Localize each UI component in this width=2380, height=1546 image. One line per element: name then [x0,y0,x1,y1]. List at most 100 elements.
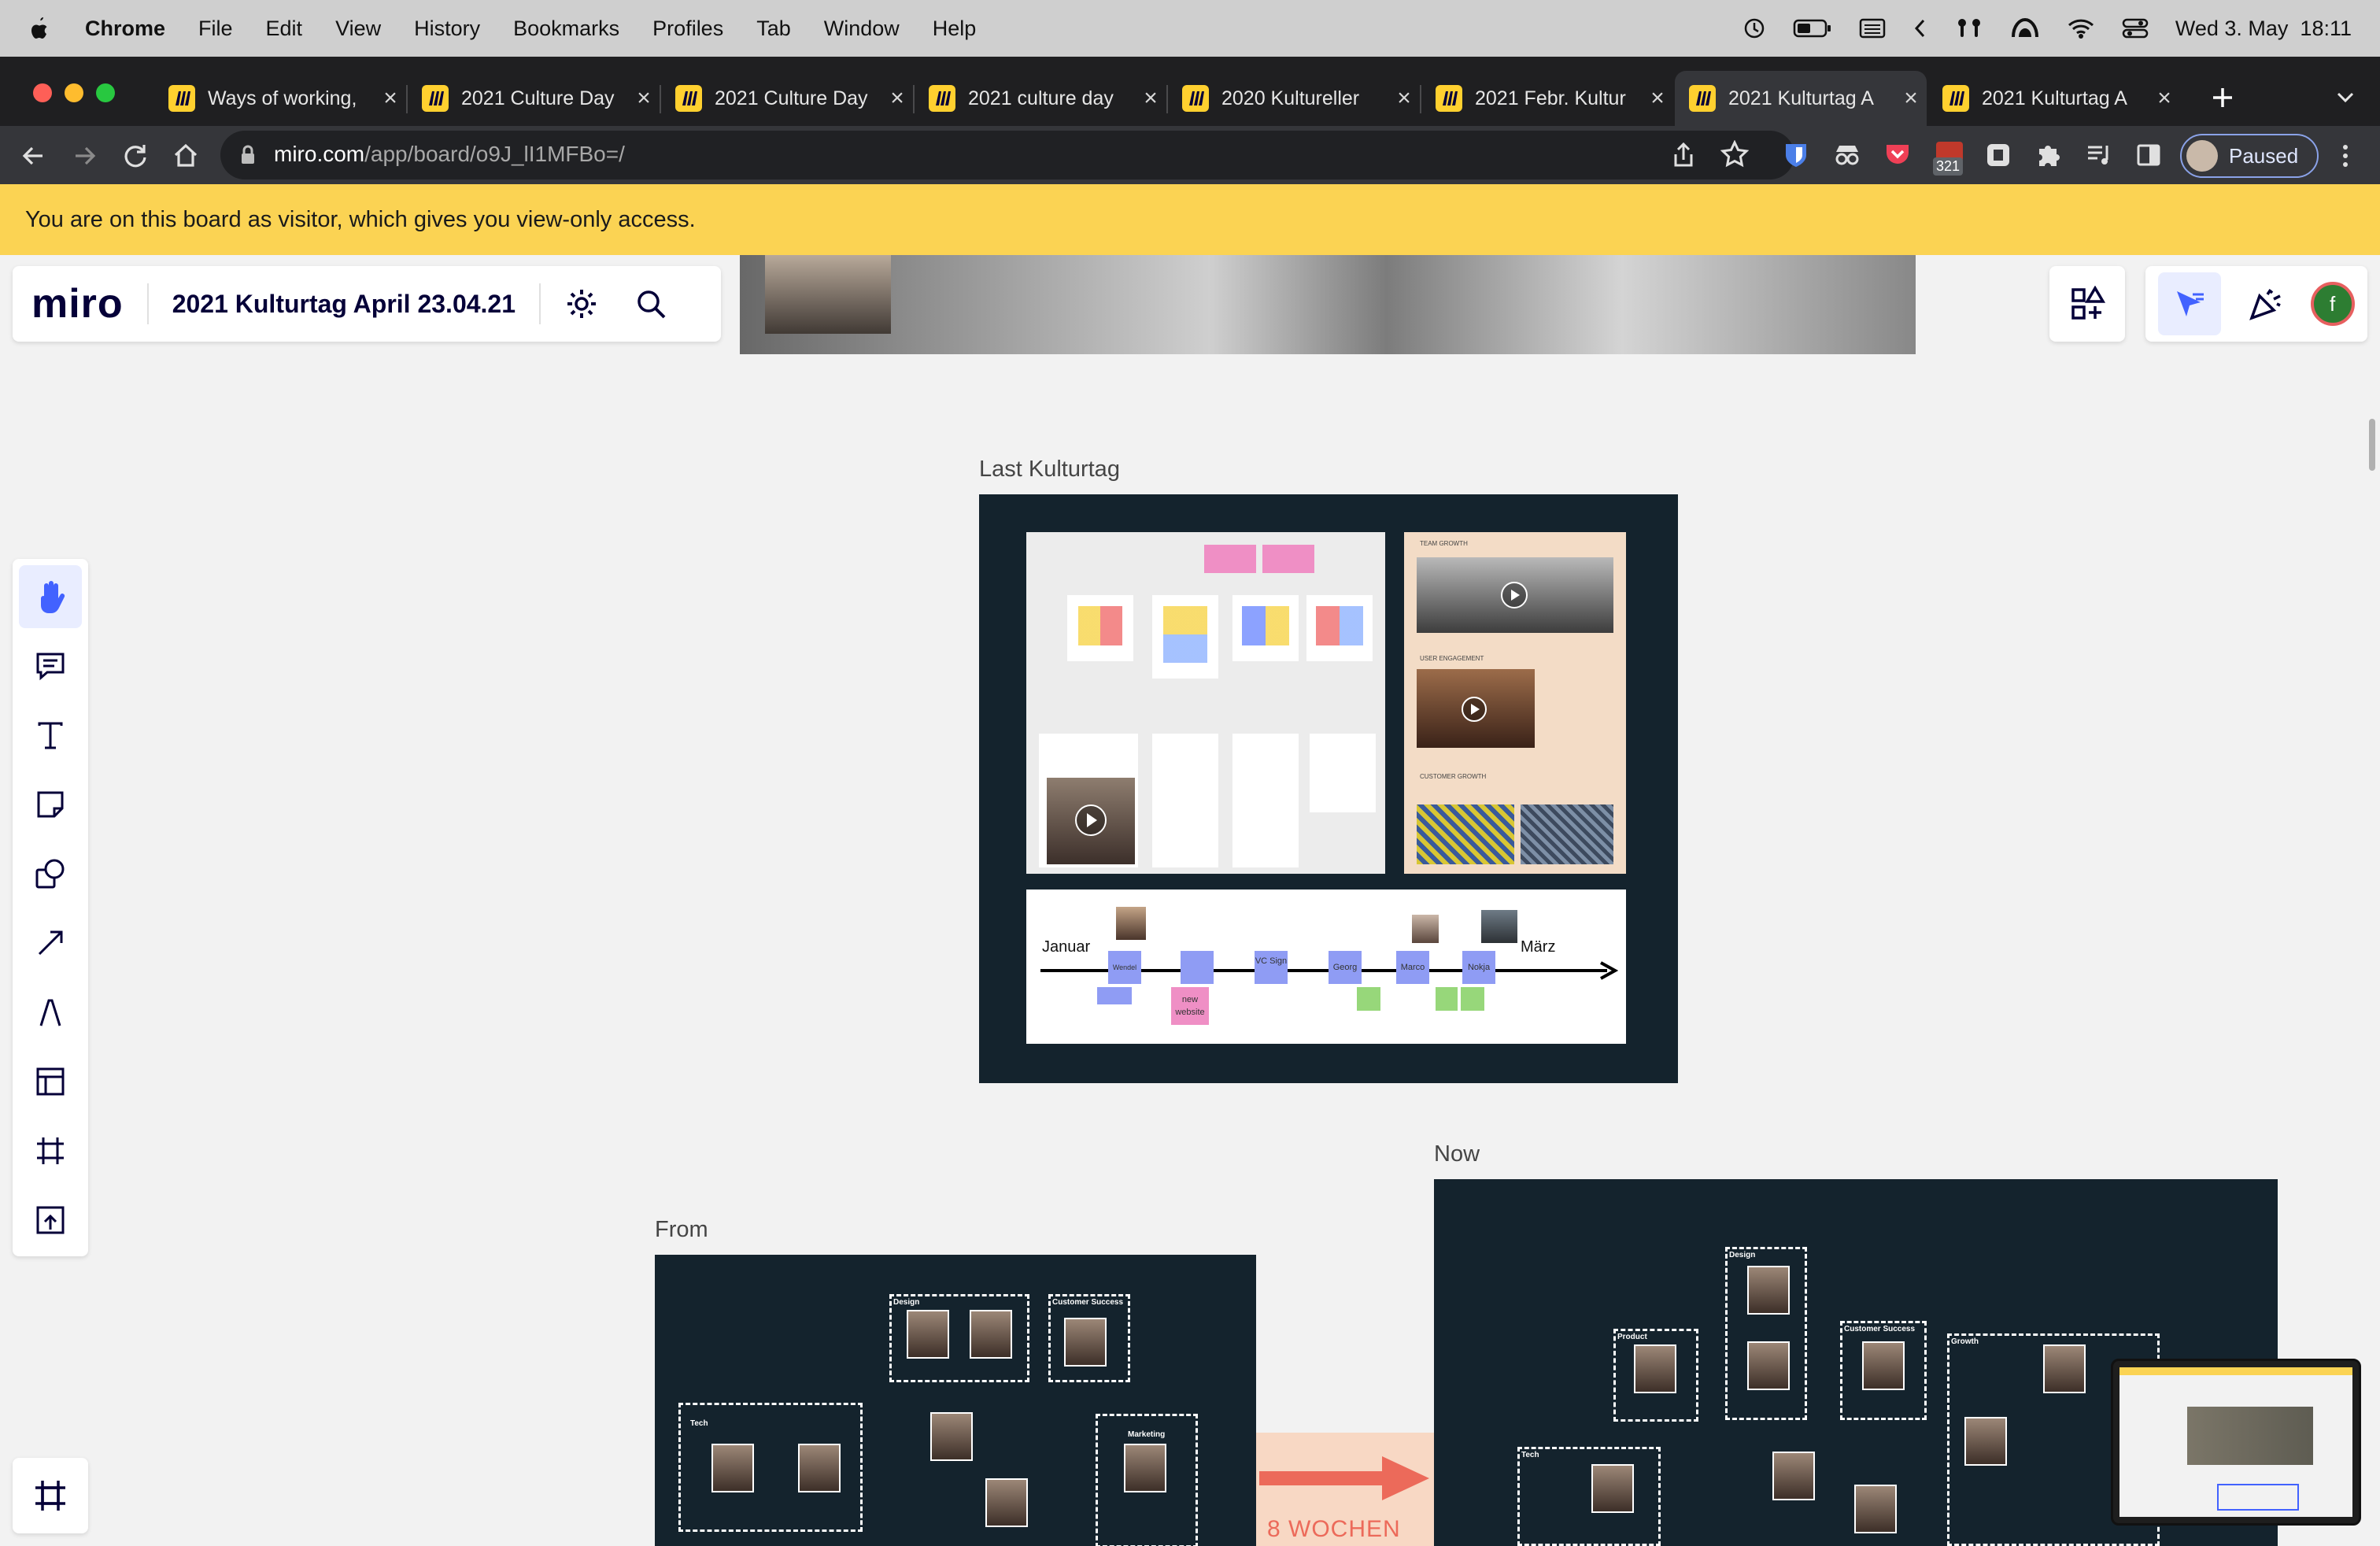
reload-icon[interactable] [121,142,150,170]
board-title[interactable]: 2021 Kulturtag April 23.04.21 [172,290,516,319]
miro-logo[interactable]: miro [31,280,124,327]
menu-file[interactable]: File [198,17,233,41]
templates-tool[interactable] [19,1050,82,1113]
upload-tool[interactable] [19,1189,82,1252]
pen-tool[interactable] [19,981,82,1044]
browser-tab[interactable]: 2021 Kulturtag A × [1928,71,2180,126]
media-control-icon[interactable] [2086,143,2112,167]
sticky-note [1436,987,1458,1011]
browser-tab[interactable]: 2021 Kulturtag A × [1675,71,1927,126]
puzzle-extensions-icon[interactable] [2035,142,2062,168]
url-text[interactable]: miro.com/app/board/o9J_lI1MFBo=/ [274,142,625,167]
vertical-scrollbar[interactable] [2369,419,2375,471]
wifi-icon[interactable] [2067,17,2095,40]
more-menu-icon[interactable] [2336,142,2355,170]
window-zoom-button[interactable] [96,83,115,102]
board-minimap[interactable] [2111,1359,2361,1526]
frame-label-from[interactable]: From [655,1217,708,1243]
group-label: Customer Success [1844,1325,1916,1333]
tab-title: 2020 Kultureller [1221,87,1360,109]
bookmark-star-icon[interactable] [1720,140,1749,168]
new-tab-button[interactable] [2204,79,2241,117]
menu-view[interactable]: View [335,17,381,41]
sticky-note-tool[interactable] [19,773,82,836]
time-machine-icon[interactable] [1743,17,1766,40]
transition-label: 8 WOCHEN [1267,1516,1401,1542]
connection-line-tool[interactable] [19,912,82,975]
pocket-icon[interactable] [1884,142,1911,167]
timeline-start-label: Januar [1042,938,1091,956]
window-close-button[interactable] [33,83,52,102]
frame-label-last-kulturtag[interactable]: Last Kulturtag [979,457,1120,483]
menu-profiles[interactable]: Profiles [652,17,723,41]
browser-tab[interactable]: Ways of working, × [154,71,406,126]
menu-history[interactable]: History [414,17,480,41]
frame-last-kulturtag[interactable]: TEAM GROWTH USER ENGAGEMENT CUSTOMER GRO… [979,494,1678,1083]
tab-close-icon[interactable]: × [628,85,660,112]
miro-favicon-icon [1182,85,1209,112]
airpods-icon[interactable] [1955,17,1983,40]
search-icon[interactable] [634,287,668,321]
minimap-preview [2119,1367,2352,1517]
screenshot-extension-icon[interactable] [1985,142,2012,168]
tab-close-icon[interactable]: × [881,85,913,112]
profile-button[interactable]: Paused [2180,134,2319,178]
apple-icon[interactable] [28,16,50,41]
menu-bookmarks[interactable]: Bookmarks [513,17,619,41]
frame-tool[interactable] [19,1119,82,1182]
miro-favicon-icon [1689,85,1716,112]
browser-tab[interactable]: 2020 Kultureller × [1168,71,1420,126]
team-group-tech: Tech [1517,1447,1661,1546]
chevron-left-icon[interactable] [1913,17,1928,39]
window-minimize-button[interactable] [65,83,83,102]
apps-shapes-icon[interactable] [2069,286,2105,322]
menu-tab[interactable]: Tab [756,17,791,41]
control-center-icon[interactable] [2122,17,2149,40]
person-photo [1124,1444,1166,1492]
browser-tab[interactable]: 2021 Febr. Kultur × [1421,71,1673,126]
vpn-icon[interactable] [2010,17,2040,40]
menu-clock[interactable]: Wed 3. May 18:11 [2175,17,2352,41]
reactions-party-icon[interactable] [2247,285,2285,323]
browser-tab[interactable]: 2021 Culture Day × [661,71,913,126]
extension-badge: 321 [1933,157,1964,176]
comment-tool[interactable] [19,634,82,697]
browser-tab[interactable]: 2021 Culture Day × [408,71,660,126]
frames-list-button[interactable] [13,1458,88,1533]
tab-close-icon[interactable]: × [1642,85,1673,112]
text-tool[interactable] [19,704,82,767]
extension-with-badge[interactable]: 321 [1933,140,1968,178]
lock-icon[interactable] [239,145,257,165]
frame-from[interactable]: Design Customer Success Tech Marketing [655,1255,1256,1546]
timeline-stop: Nokja [1462,951,1495,984]
side-panel-icon[interactable] [2136,143,2161,167]
sticky-note [1461,987,1484,1011]
home-icon[interactable] [172,142,200,170]
battery-icon[interactable] [1793,17,1832,39]
settings-gear-icon[interactable] [564,287,599,321]
menu-app-chrome[interactable]: Chrome [85,17,165,41]
frame-label-now[interactable]: Now [1434,1141,1480,1167]
timeline-stop: Wendel [1108,951,1141,984]
forward-arrow-icon[interactable] [71,142,99,170]
incognito-extension-icon[interactable] [1834,143,1861,167]
tab-close-icon[interactable]: × [2149,85,2180,112]
group-label: Marketing [1128,1430,1166,1439]
tab-close-icon[interactable]: × [1895,85,1927,112]
shapes-tool[interactable] [19,842,82,905]
tab-close-icon[interactable]: × [375,85,406,112]
menu-help[interactable]: Help [933,17,977,41]
menu-edit[interactable]: Edit [266,17,303,41]
menu-window[interactable]: Window [824,17,900,41]
hand-tool[interactable] [19,565,82,628]
user-avatar[interactable]: f [2310,282,2355,326]
tab-close-icon[interactable]: × [1135,85,1166,112]
keyboard-layout-icon[interactable] [1859,17,1886,39]
tab-search-button[interactable] [2330,82,2361,113]
browser-tab[interactable]: 2021 culture day × [915,71,1166,126]
share-icon[interactable] [1672,142,1695,168]
back-arrow-icon[interactable] [19,142,47,170]
bitwarden-icon[interactable] [1783,142,1809,168]
follow-cursor-button[interactable] [2158,272,2222,335]
tab-close-icon[interactable]: × [1388,85,1420,112]
